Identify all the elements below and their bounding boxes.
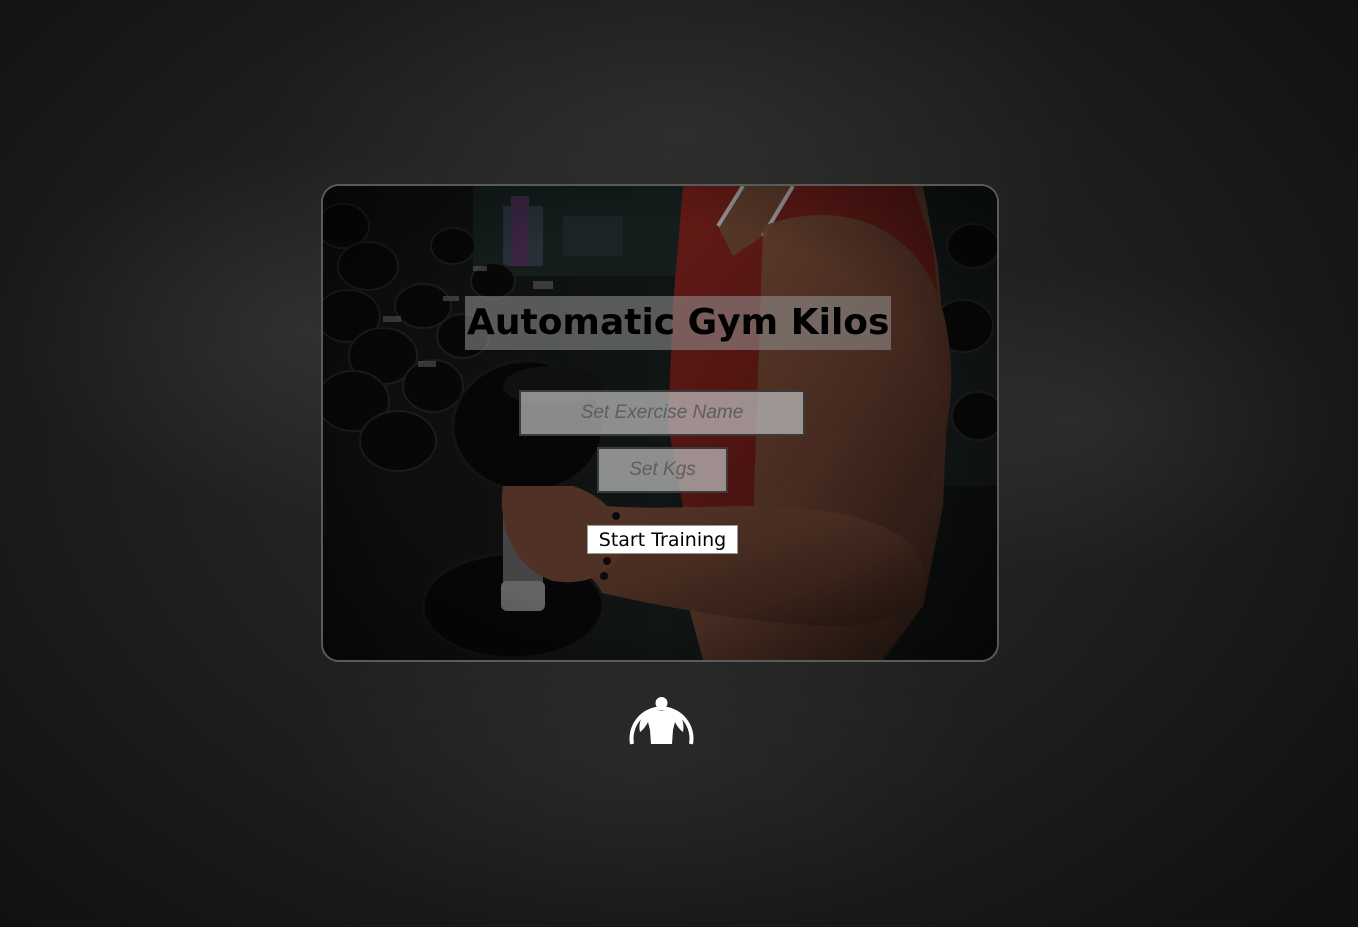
exercise-name-input[interactable] [519, 390, 805, 436]
kgs-input[interactable] [597, 447, 728, 493]
training-card: Automatic Gym Kilos Start Training [321, 184, 999, 662]
start-training-button[interactable]: Start Training [587, 525, 738, 554]
bodybuilder-logo-icon [626, 686, 697, 746]
page-title: Automatic Gym Kilos [465, 296, 892, 350]
